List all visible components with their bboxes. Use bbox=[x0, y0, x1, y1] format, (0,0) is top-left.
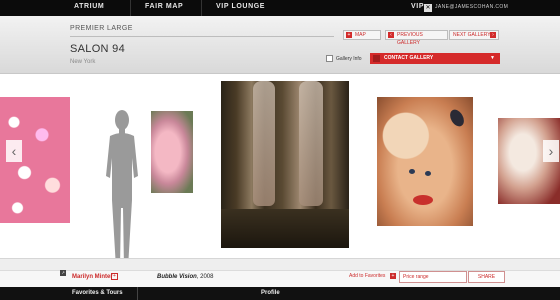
plus-icon[interactable]: + bbox=[390, 273, 396, 279]
artwork-detail bbox=[425, 171, 431, 176]
next-gallery-button[interactable]: NEXT GALLERY › bbox=[449, 30, 499, 40]
share-button[interactable]: SHARE bbox=[468, 271, 505, 283]
artist-info-icon[interactable]: + bbox=[111, 273, 118, 280]
bottom-bar: Favorites & Tours Profile bbox=[0, 287, 560, 300]
contact-gallery-label: CONTACT GALLERY bbox=[384, 55, 434, 61]
tab-favorites-tours[interactable]: Favorites & Tours bbox=[72, 290, 123, 296]
mail-icon bbox=[373, 55, 380, 62]
gallery-section-label: PREMIER LARGE bbox=[70, 25, 133, 32]
gallery-info-checkbox[interactable] bbox=[326, 55, 333, 62]
add-to-favorites-link[interactable]: Add to Favorites bbox=[349, 273, 385, 279]
artwork-detail bbox=[221, 209, 349, 248]
nav-atrium[interactable]: ATRIUM bbox=[74, 3, 104, 10]
nav-vip-lounge[interactable]: VIP LOUNGE bbox=[216, 3, 265, 10]
artist-name[interactable]: Marilyn Minter bbox=[72, 274, 113, 280]
price-range-field[interactable]: Price range bbox=[399, 271, 467, 283]
map-icon: + bbox=[346, 32, 352, 38]
artwork-detail bbox=[447, 107, 467, 129]
artwork-thumbnail[interactable] bbox=[151, 111, 193, 193]
user-email[interactable]: JANE@JAMESCOHAN.COM bbox=[435, 4, 508, 10]
nav-fair-map[interactable]: FAIR MAP bbox=[145, 3, 183, 10]
next-gallery-label: NEXT GALLERY bbox=[453, 32, 491, 38]
gallery-info-toggle[interactable]: Gallery Info bbox=[326, 55, 362, 62]
artwork-title-line: Bubble Vision, 2008 bbox=[157, 274, 213, 280]
artwork-title: Bubble Vision bbox=[157, 274, 197, 280]
x-icon[interactable]: ✕ bbox=[424, 4, 432, 12]
contact-gallery-button[interactable]: CONTACT GALLERY ▼ bbox=[370, 53, 500, 64]
gallery-info-label: Gallery Info bbox=[336, 55, 362, 62]
header-divider bbox=[70, 36, 334, 37]
chevron-left-icon[interactable]: ‹ bbox=[6, 140, 22, 162]
nav-divider bbox=[201, 0, 202, 16]
previous-gallery-button[interactable]: ‹ PREVIOUS GALLERY bbox=[385, 30, 448, 46]
tab-divider bbox=[137, 287, 138, 300]
chevron-right-icon[interactable]: › bbox=[543, 140, 559, 162]
map-button[interactable]: + MAP bbox=[343, 30, 381, 40]
artwork-featured[interactable] bbox=[221, 81, 349, 248]
scale-figure-silhouette bbox=[106, 110, 138, 268]
artwork-thumbnail[interactable] bbox=[377, 97, 473, 226]
gallery-name: SALON 94 bbox=[70, 43, 125, 55]
chevron-right-icon: › bbox=[490, 32, 496, 38]
previous-gallery-label: PREVIOUS GALLERY bbox=[397, 32, 423, 46]
tab-profile[interactable]: Profile bbox=[261, 290, 280, 296]
expand-icon[interactable]: ↗ bbox=[60, 270, 66, 276]
artwork-detail bbox=[413, 195, 433, 205]
artwork-detail bbox=[299, 81, 323, 206]
artwork-year: , 2008 bbox=[196, 274, 214, 280]
top-navigation-bar: ATRIUM FAIR MAP VIP LOUNGE VIP ✕ JANE@JA… bbox=[0, 0, 560, 16]
map-button-label: MAP bbox=[355, 32, 366, 38]
artwork-detail bbox=[409, 169, 415, 174]
gallery-city: New York bbox=[70, 59, 96, 65]
vip-label[interactable]: VIP bbox=[411, 3, 424, 10]
nav-divider bbox=[130, 0, 131, 16]
artwork-detail bbox=[253, 81, 275, 206]
chevron-down-icon: ▼ bbox=[490, 55, 495, 61]
chevron-left-icon: ‹ bbox=[388, 32, 394, 38]
artwork-info-strip bbox=[0, 258, 560, 270]
